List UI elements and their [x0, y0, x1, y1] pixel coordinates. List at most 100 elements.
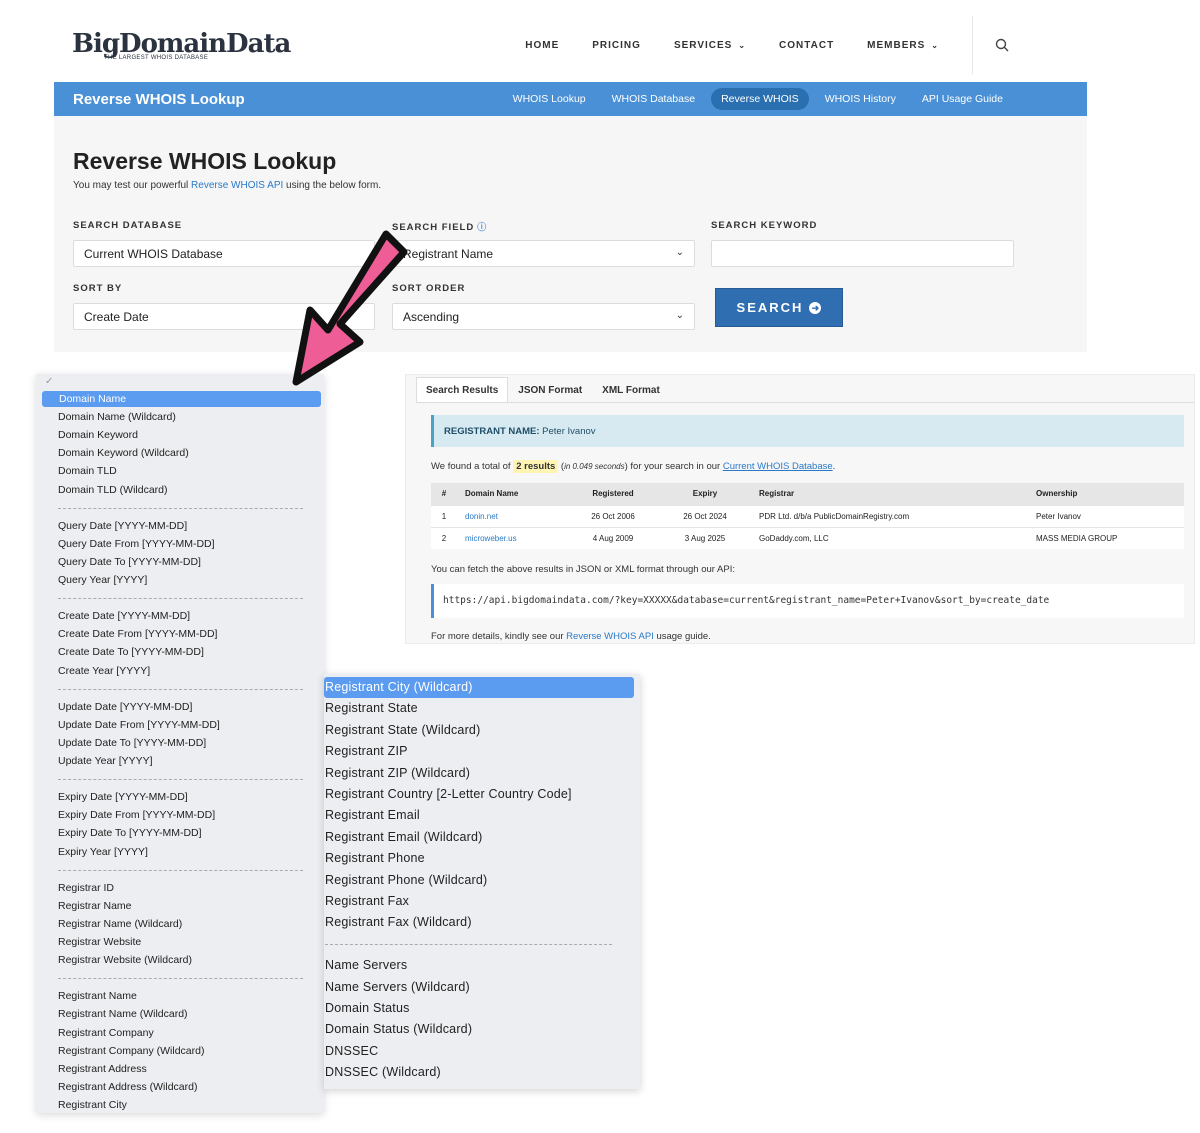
api-note: You can fetch the above results in JSON …	[431, 564, 735, 575]
domain-link[interactable]: donin.net	[465, 512, 498, 521]
dropdown-option-registrant-email-wildcard[interactable]: Registrant Email (Wildcard)	[325, 830, 483, 844]
search-button[interactable]: SEARCH ➜	[715, 288, 843, 327]
subnav-whois-database[interactable]: WHOIS Database	[602, 88, 705, 110]
site-logo[interactable]: BigDomainData THE LARGEST WHOIS DATABASE	[72, 30, 291, 70]
results-summary: We found a total of 2 results (in 0.049 …	[431, 460, 836, 473]
dropdown-option-domain-keyword-wildcard[interactable]: Domain Keyword (Wildcard)	[58, 446, 189, 460]
dropdown-option-registrant-phone-wildcard[interactable]: Registrant Phone (Wildcard)	[325, 873, 487, 887]
info-icon[interactable]: ⓘ	[477, 222, 487, 232]
dropdown-option-registrant-zip-wildcard[interactable]: Registrant ZIP (Wildcard)	[325, 766, 470, 780]
dropdown-option-domain-name-wildcard[interactable]: Domain Name (Wildcard)	[58, 410, 176, 424]
tab-search-results[interactable]: Search Results	[416, 377, 509, 403]
dropdown-option-domain-name[interactable]: Domain Name	[42, 391, 321, 407]
details-note: For more details, kindly see our Reverse…	[431, 631, 711, 642]
dropdown-separator	[58, 507, 303, 509]
search-icon[interactable]	[995, 38, 1009, 52]
reverse-whois-api-link[interactable]: Reverse WHOIS API	[191, 180, 283, 191]
section-title: Reverse WHOIS Lookup	[73, 90, 245, 108]
dropdown-option-create-date-to-yyyy-mm-dd[interactable]: Create Date To [YYYY-MM-DD]	[58, 645, 204, 659]
tab-json-format[interactable]: JSON Format	[508, 377, 592, 403]
dropdown-option-registrar-name[interactable]: Registrar Name	[58, 899, 132, 913]
search-database-value: Current WHOIS Database	[84, 247, 223, 261]
dropdown-option-create-year-yyyy[interactable]: Create Year [YYYY]	[58, 664, 150, 678]
dropdown-option-registrant-name[interactable]: Registrant Name	[58, 989, 137, 1003]
ownership-cell: Peter Ivanov	[1028, 504, 1184, 527]
dropdown-option-dnssec[interactable]: DNSSEC	[325, 1044, 378, 1058]
dropdown-option-registrant-company-wildcard[interactable]: Registrant Company (Wildcard)	[58, 1044, 204, 1058]
dropdown-option-dnssec-wildcard[interactable]: DNSSEC (Wildcard)	[325, 1065, 441, 1079]
chevron-down-icon: ⌄	[675, 247, 684, 258]
dropdown-option-update-date-to-yyyy-mm-dd[interactable]: Update Date To [YYYY-MM-DD]	[58, 736, 206, 750]
dropdown-option-registrant-fax-wildcard[interactable]: Registrant Fax (Wildcard)	[325, 915, 472, 929]
dropdown-option-domain-keyword[interactable]: Domain Keyword	[58, 428, 138, 442]
results-table: # Domain Name Registered Expiry Registra…	[431, 483, 1184, 549]
dropdown-option-create-date-from-yyyy-mm-dd[interactable]: Create Date From [YYYY-MM-DD]	[58, 627, 217, 641]
reverse-whois-api-guide-link[interactable]: Reverse WHOIS API	[566, 631, 654, 642]
dropdown-option-registrar-name-wildcard[interactable]: Registrar Name (Wildcard)	[58, 917, 182, 931]
current-whois-database-link[interactable]: Current WHOIS Database	[723, 461, 833, 472]
dropdown-option-registrant-phone[interactable]: Registrant Phone	[325, 851, 425, 865]
dropdown-option-registrant-zip[interactable]: Registrant ZIP	[325, 744, 408, 758]
dropdown-option-registrar-website[interactable]: Registrar Website	[58, 935, 141, 949]
results-panel: Search Results JSON Format XML Format RE…	[405, 374, 1195, 644]
dropdown-option-registrar-website-wildcard[interactable]: Registrar Website (Wildcard)	[58, 953, 192, 967]
dropdown-option-update-date-from-yyyy-mm-dd[interactable]: Update Date From [YYYY-MM-DD]	[58, 718, 220, 732]
expiry-cell: 26 Oct 2024	[659, 504, 751, 527]
menu-divider	[972, 16, 973, 74]
menu-pricing[interactable]: PRICING	[592, 40, 641, 51]
chevron-down-icon: ⌄	[738, 40, 747, 50]
dropdown-option-domain-status[interactable]: Domain Status	[325, 1001, 410, 1015]
dropdown-option-registrant-country-2-letter-country-code[interactable]: Registrant Country [2-Letter Country Cod…	[325, 787, 572, 801]
dropdown-separator	[58, 978, 303, 980]
search-field-select[interactable]: Registrant Name ⌄	[392, 240, 695, 267]
dropdown-option-registrant-state[interactable]: Registrant State	[325, 701, 418, 715]
tab-xml-format[interactable]: XML Format	[592, 377, 670, 403]
registrar-cell: GoDaddy.com, LLC	[751, 526, 1028, 549]
sub-navigation: WHOIS Lookup WHOIS Database Reverse WHOI…	[497, 88, 1013, 110]
dropdown-option-registrant-city[interactable]: Registrant City	[58, 1098, 127, 1112]
dropdown-option-registrant-company[interactable]: Registrant Company	[58, 1026, 154, 1040]
subnav-reverse-whois[interactable]: Reverse WHOIS	[711, 88, 809, 110]
dropdown-option-expiry-year-yyyy[interactable]: Expiry Year [YYYY]	[58, 845, 148, 859]
search-keyword-input[interactable]	[711, 240, 1014, 267]
page-subtitle: You may test our powerful Reverse WHOIS …	[73, 180, 381, 191]
dropdown-option-registrant-address-wildcard[interactable]: Registrant Address (Wildcard)	[58, 1080, 197, 1094]
dropdown-option-registrant-name-wildcard[interactable]: Registrant Name (Wildcard)	[58, 1007, 188, 1021]
menu-contact[interactable]: CONTACT	[779, 40, 834, 51]
api-url-code[interactable]: https://api.bigdomaindata.com/?key=XXXXX…	[431, 584, 1184, 618]
dropdown-option-query-date-to-yyyy-mm-dd[interactable]: Query Date To [YYYY-MM-DD]	[58, 555, 201, 569]
menu-services[interactable]: SERVICES ⌄	[674, 40, 746, 51]
column-header-expiry: Expiry	[659, 483, 751, 505]
subnav-whois-history[interactable]: WHOIS History	[815, 88, 906, 110]
dropdown-option-create-date-yyyy-mm-dd[interactable]: Create Date [YYYY-MM-DD]	[58, 609, 190, 623]
menu-home[interactable]: HOME	[525, 40, 559, 51]
dropdown-option-domain-status-wildcard[interactable]: Domain Status (Wildcard)	[325, 1022, 472, 1036]
dropdown-option-update-year-yyyy[interactable]: Update Year [YYYY]	[58, 754, 153, 768]
dropdown-option-name-servers[interactable]: Name Servers	[325, 958, 407, 972]
dropdown-option-registrant-address[interactable]: Registrant Address	[58, 1062, 147, 1076]
dropdown-option-registrant-city-wildcard[interactable]: Registrant City (Wildcard)	[324, 677, 634, 698]
row-number: 2	[431, 526, 457, 549]
dropdown-option-expiry-date-to-yyyy-mm-dd[interactable]: Expiry Date To [YYYY-MM-DD]	[58, 826, 202, 840]
dropdown-option-registrant-state-wildcard[interactable]: Registrant State (Wildcard)	[325, 723, 480, 737]
subnav-whois-lookup[interactable]: WHOIS Lookup	[503, 88, 596, 110]
column-header-registrar: Registrar	[751, 483, 1028, 505]
subnav-api-usage-guide[interactable]: API Usage Guide	[912, 88, 1013, 110]
dropdown-option-domain-tld[interactable]: Domain TLD	[58, 464, 117, 478]
dropdown-option-registrar-id[interactable]: Registrar ID	[58, 881, 114, 895]
dropdown-option-update-date-yyyy-mm-dd[interactable]: Update Date [YYYY-MM-DD]	[58, 700, 192, 714]
dropdown-option-query-year-yyyy[interactable]: Query Year [YYYY]	[58, 573, 147, 587]
menu-members[interactable]: MEMBERS ⌄	[867, 40, 939, 51]
dropdown-option-registrant-email[interactable]: Registrant Email	[325, 808, 420, 822]
dropdown-option-name-servers-wildcard[interactable]: Name Servers (Wildcard)	[325, 980, 470, 994]
dropdown-option-domain-tld-wildcard[interactable]: Domain TLD (Wildcard)	[58, 483, 168, 497]
domain-link[interactable]: microweber.us	[465, 534, 517, 543]
dropdown-option-query-date-from-yyyy-mm-dd[interactable]: Query Date From [YYYY-MM-DD]	[58, 537, 215, 551]
dropdown-option-expiry-date-from-yyyy-mm-dd[interactable]: Expiry Date From [YYYY-MM-DD]	[58, 808, 215, 822]
details-text: For more details, kindly see our	[431, 631, 567, 642]
sort-order-select[interactable]: Ascending ⌄	[392, 303, 695, 330]
sort-by-value: Create Date	[84, 310, 149, 324]
dropdown-option-registrant-fax[interactable]: Registrant Fax	[325, 894, 409, 908]
dropdown-option-expiry-date-yyyy-mm-dd[interactable]: Expiry Date [YYYY-MM-DD]	[58, 790, 188, 804]
dropdown-option-query-date-yyyy-mm-dd[interactable]: Query Date [YYYY-MM-DD]	[58, 519, 187, 533]
